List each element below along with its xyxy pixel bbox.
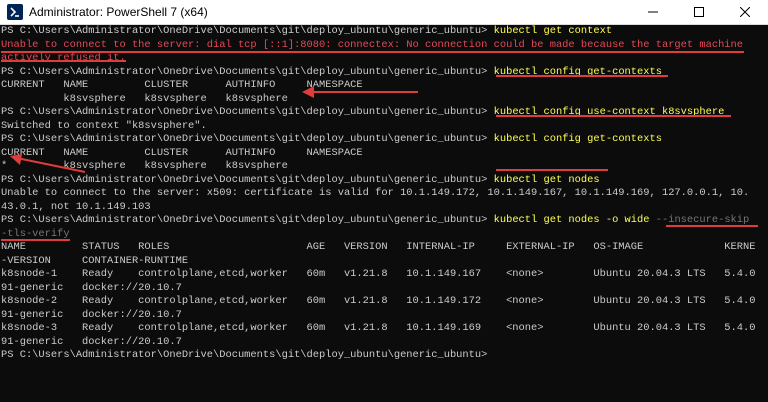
prompt: PS C:\Users\Administrator\OneDrive\Docum…: [1, 173, 494, 186]
output-line: Unable to connect to the server: x509: c…: [1, 187, 750, 199]
close-button[interactable]: [722, 0, 768, 24]
powershell-icon: [7, 4, 23, 20]
maximize-button[interactable]: [676, 0, 722, 24]
terminal-line: PS C:\Users\Administrator\OneDrive\Docum…: [0, 174, 756, 188]
table-row: 91-generic docker://20.10.7: [1, 335, 182, 348]
minimize-button[interactable]: [630, 0, 676, 24]
table-header: CURRENT NAME CLUSTER AUTHINFO NAMESPACE: [1, 79, 363, 91]
table-header: -VERSION CONTAINER-RUNTIME: [1, 254, 189, 267]
output-line: 43.0.1, not 10.1.149.103: [1, 200, 151, 213]
table-row: 91-generic docker://20.10.7: [1, 308, 182, 321]
terminal-line: PS C:\Users\Administrator\OneDrive\Docum…: [0, 106, 756, 120]
table-header: NAME STATUS ROLES AGE VERSION INTERNAL-I…: [1, 241, 756, 253]
error-line: Unable to connect to the server: dial tc…: [1, 38, 744, 51]
terminal-line: -tls-verify: [0, 228, 756, 242]
table-header: CURRENT NAME CLUSTER AUTHINFO NAMESPACE: [1, 146, 363, 159]
table-row: k8snode-3 Ready controlplane,etcd,worker…: [1, 322, 756, 334]
maximize-icon: [694, 7, 704, 17]
command: kubectl get context: [493, 25, 613, 37]
command: kubectl get nodes -o wide: [493, 214, 656, 226]
table-row: k8snode-1 Ready controlplane,etcd,worker…: [1, 268, 756, 280]
prompt: PS C:\Users\Administrator\OneDrive\Docum…: [1, 25, 494, 37]
prompt: PS C:\Users\Administrator\OneDrive\Docum…: [1, 106, 494, 118]
minimize-icon: [648, 11, 658, 13]
output-line: * k8svsphere k8svsphere k8svsphere: [1, 160, 288, 172]
output-line: k8svsphere k8svsphere k8svsphere: [1, 92, 288, 105]
prompt: PS C:\Users\Administrator\OneDrive\Docum…: [1, 133, 494, 145]
error-line: actively refused it.: [1, 52, 126, 64]
command-flag: -tls-verify: [1, 227, 70, 240]
vertical-scrollbar[interactable]: [756, 25, 768, 402]
powershell-window: Administrator: PowerShell 7 (x64) PS C:\…: [0, 0, 768, 402]
terminal-line: PS C:\Users\Administrator\OneDrive\Docum…: [0, 25, 756, 39]
table-row: k8snode-2 Ready controlplane,etcd,worker…: [1, 295, 756, 307]
command: kubectl get nodes: [493, 173, 600, 186]
terminal-line: PS C:\Users\Administrator\OneDrive\Docum…: [0, 349, 756, 363]
command: kubectl config get-contexts: [493, 65, 662, 78]
prompt: PS C:\Users\Administrator\OneDrive\Docum…: [1, 214, 494, 226]
prompt: PS C:\Users\Administrator\OneDrive\Docum…: [1, 349, 494, 361]
command: kubectl config get-contexts: [493, 133, 662, 145]
window-title: Administrator: PowerShell 7 (x64): [29, 5, 208, 19]
terminal-line: PS C:\Users\Administrator\OneDrive\Docum…: [0, 66, 756, 80]
table-row: 91-generic docker://20.10.7: [1, 281, 182, 294]
command-flag: --insecure-skip: [655, 214, 750, 226]
command: kubectl config use-context k8svsphere: [493, 106, 725, 118]
terminal-output[interactable]: PS C:\Users\Administrator\OneDrive\Docum…: [0, 25, 756, 402]
prompt: PS C:\Users\Administrator\OneDrive\Docum…: [1, 65, 494, 78]
terminal-line: PS C:\Users\Administrator\OneDrive\Docum…: [0, 133, 756, 147]
output-line: Switched to context "k8svsphere".: [1, 119, 207, 132]
close-icon: [740, 7, 750, 17]
title-bar[interactable]: Administrator: PowerShell 7 (x64): [0, 0, 768, 25]
terminal-line: PS C:\Users\Administrator\OneDrive\Docum…: [0, 214, 756, 228]
